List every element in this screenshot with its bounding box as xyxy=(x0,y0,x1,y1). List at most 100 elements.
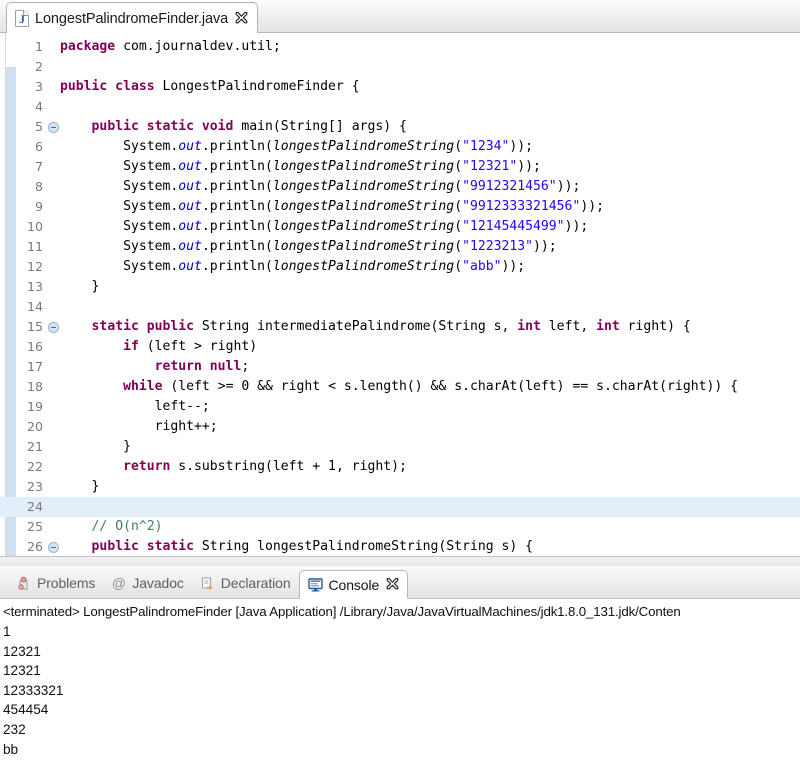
code-line[interactable]: 11 System.out.println(longestPalindromeS… xyxy=(0,237,800,257)
console-icon xyxy=(308,578,323,592)
view-tab-label: Javadoc xyxy=(132,575,183,591)
view-tab-console[interactable]: Console xyxy=(299,570,409,599)
javadoc-icon: @ xyxy=(111,576,126,591)
console-launch-header: <terminated> LongestPalindromeFinder [Ja… xyxy=(3,602,800,621)
code-line[interactable]: 19 left--; xyxy=(0,397,800,417)
code-line[interactable]: 2 xyxy=(0,57,800,77)
code-line[interactable]: 13 } xyxy=(0,277,800,297)
view-tab-label: Declaration xyxy=(221,575,291,591)
line-number: 12 xyxy=(0,257,46,277)
bottom-panel: ! Problems @ Javadoc Declaration Console <ter… xyxy=(0,566,800,762)
view-tab-bar: ! Problems @ Javadoc Declaration Console xyxy=(0,566,800,599)
code-text: } xyxy=(60,277,99,297)
line-number: 7 xyxy=(0,157,46,177)
line-number: 2 xyxy=(0,57,46,77)
code-line[interactable]: 4 xyxy=(0,97,800,117)
line-number: 3 xyxy=(0,77,46,97)
eclipse-ide-window: LongestPalindromeFinder.java 1package co… xyxy=(0,0,800,762)
view-tab-label: Console xyxy=(329,577,380,593)
line-number: 6 xyxy=(0,137,46,157)
code-line[interactable]: 3 public class LongestPalindromeFinder { xyxy=(0,77,800,97)
code-line[interactable]: 9 System.out.println(longestPalindromeSt… xyxy=(0,197,800,217)
code-line[interactable]: 6 System.out.println(longestPalindromeSt… xyxy=(0,137,800,157)
line-number: 10 xyxy=(0,217,46,237)
code-text: while (left >= 0 && right < s.length() &… xyxy=(60,377,738,397)
editor-tab-longestpalindromefinder[interactable]: LongestPalindromeFinder.java xyxy=(6,2,258,34)
line-number: 17 xyxy=(0,357,46,377)
code-line[interactable]: 15 static public String intermediatePali… xyxy=(0,317,800,337)
code-line[interactable]: 7 System.out.println(longestPalindromeSt… xyxy=(0,157,800,177)
code-line[interactable]: 12 System.out.println(longestPalindromeS… xyxy=(0,257,800,277)
line-number: 11 xyxy=(0,237,46,257)
line-number: 15 xyxy=(0,317,46,337)
fold-collapse-icon[interactable] xyxy=(48,542,59,553)
code-text: return s.substring(left + 1, right); xyxy=(60,457,407,477)
line-number: 20 xyxy=(0,417,46,437)
code-text: public static void main(String[] args) { xyxy=(60,117,407,137)
code-line[interactable]: 18 while (left >= 0 && right < s.length(… xyxy=(0,377,800,397)
line-number: 16 xyxy=(0,337,46,357)
console-view[interactable]: <terminated> LongestPalindromeFinder [Ja… xyxy=(0,599,800,762)
code-line[interactable]: 23 } xyxy=(0,477,800,497)
code-editor[interactable]: 1package com.journaldev.util;23public cl… xyxy=(0,33,800,556)
problems-icon: ! xyxy=(16,576,31,591)
line-number: 21 xyxy=(0,437,46,457)
view-tab-declaration[interactable]: Declaration xyxy=(192,569,299,597)
line-number: 9 xyxy=(0,197,46,217)
code-text: left--; xyxy=(60,397,210,417)
code-line[interactable]: 8 System.out.println(longestPalindromeSt… xyxy=(0,177,800,197)
fold-collapse-icon[interactable] xyxy=(48,322,59,333)
code-line[interactable]: 16 if (left > right) xyxy=(0,337,800,357)
code-line[interactable]: 10 System.out.println(longestPalindromeS… xyxy=(0,217,800,237)
fold-collapse-icon[interactable] xyxy=(48,122,59,133)
java-file-icon xyxy=(15,10,29,27)
code-line[interactable]: 26 public static String longestPalindrom… xyxy=(0,537,800,556)
code-text: System.out.println(longestPalindromeStri… xyxy=(60,217,588,237)
editor-tab-label: LongestPalindromeFinder.java xyxy=(35,11,228,27)
code-text: package com.journaldev.util; xyxy=(60,37,281,57)
code-text: System.out.println(longestPalindromeStri… xyxy=(60,197,604,217)
code-text: System.out.println(longestPalindromeStri… xyxy=(60,137,533,157)
line-number: 26 xyxy=(0,537,46,556)
code-text: public class LongestPalindromeFinder { xyxy=(60,77,360,97)
declaration-icon xyxy=(200,576,215,591)
code-text: System.out.println(longestPalindromeStri… xyxy=(60,157,541,177)
line-number: 8 xyxy=(0,177,46,197)
console-output: 1 12321 12321 12333321 454454 232 bb xyxy=(3,622,800,759)
code-text: System.out.println(longestPalindromeStri… xyxy=(60,257,525,277)
code-line[interactable]: 5 public static void main(String[] args)… xyxy=(0,117,800,137)
close-icon[interactable] xyxy=(235,12,248,25)
code-text: System.out.println(longestPalindromeStri… xyxy=(60,177,580,197)
view-tab-problems[interactable]: ! Problems xyxy=(8,569,103,597)
line-number: 25 xyxy=(0,517,46,537)
editor-tab-bar: LongestPalindromeFinder.java xyxy=(0,0,800,33)
code-line[interactable]: 24 xyxy=(0,497,800,517)
code-line[interactable]: 25 // O(n^2) xyxy=(0,517,800,537)
close-icon[interactable] xyxy=(386,578,399,591)
code-text: if (left > right) xyxy=(60,337,257,357)
line-number: 24 xyxy=(0,497,46,517)
view-tab-javadoc[interactable]: @ Javadoc xyxy=(103,569,191,597)
line-number: 13 xyxy=(0,277,46,297)
svg-text:!: ! xyxy=(21,584,22,590)
code-text: System.out.println(longestPalindromeStri… xyxy=(60,237,557,257)
code-line[interactable]: 22 return s.substring(left + 1, right); xyxy=(0,457,800,477)
code-text: static public String intermediatePalindr… xyxy=(60,317,691,337)
line-number: 23 xyxy=(0,477,46,497)
code-text: public static String longestPalindromeSt… xyxy=(60,537,533,556)
code-line[interactable]: 1package com.journaldev.util; xyxy=(0,37,800,57)
editor-console-splitter[interactable] xyxy=(0,556,800,566)
code-text: } xyxy=(60,437,131,457)
line-number: 18 xyxy=(0,377,46,397)
view-tab-label: Problems xyxy=(37,575,95,591)
line-number: 4 xyxy=(0,97,46,117)
code-text: // O(n^2) xyxy=(60,517,163,537)
code-line[interactable]: 14 xyxy=(0,297,800,317)
code-line[interactable]: 20 right++; xyxy=(0,417,800,437)
code-text: return null; xyxy=(60,357,249,377)
line-number: 5 xyxy=(0,117,46,137)
code-line[interactable]: 21 } xyxy=(0,437,800,457)
line-number: 22 xyxy=(0,457,46,477)
code-line[interactable]: 17 return null; xyxy=(0,357,800,377)
line-number: 19 xyxy=(0,397,46,417)
